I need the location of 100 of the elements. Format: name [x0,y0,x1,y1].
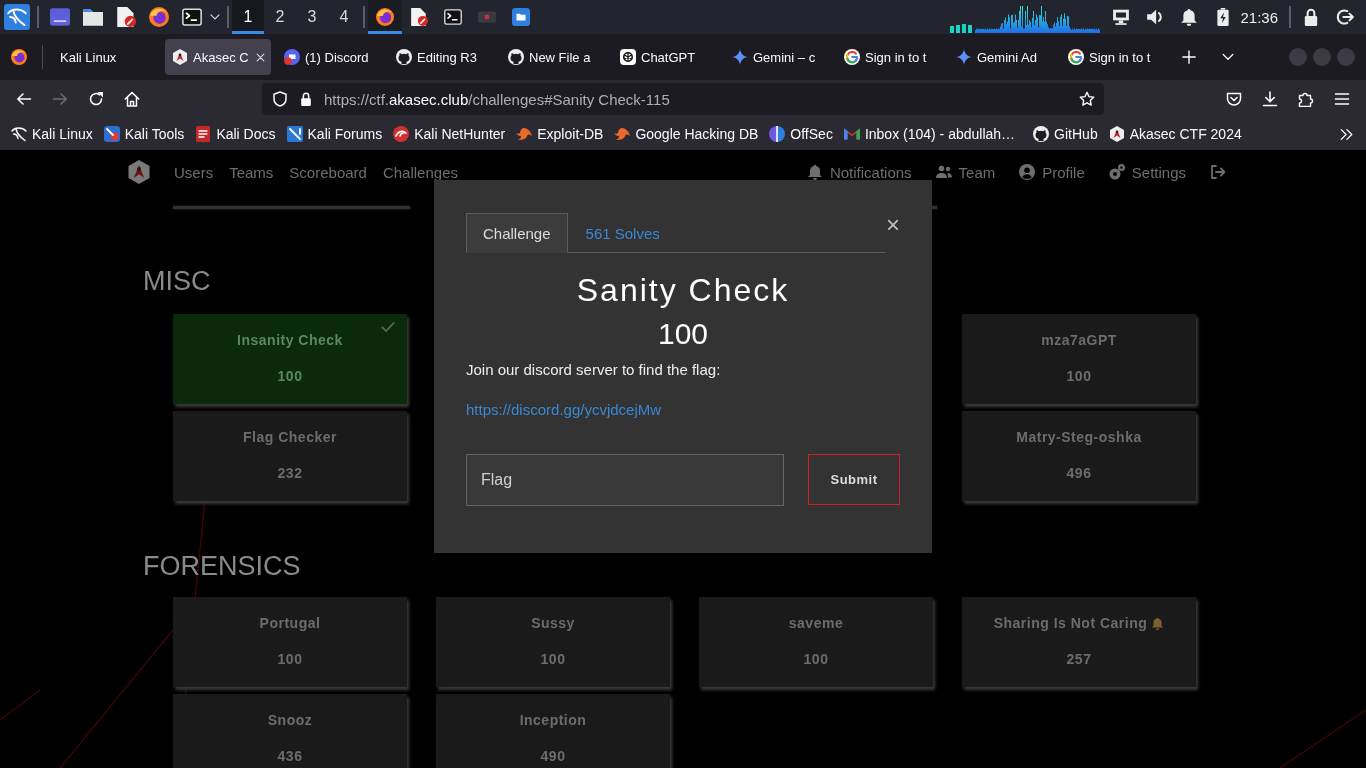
challenge-points: 100 [277,367,303,385]
nav-link[interactable]: Settings [1108,163,1186,181]
plus-icon [1182,50,1196,64]
bookmark-item[interactable]: Google Hacking DB [614,126,759,142]
workspace-button[interactable]: 2 [264,0,296,34]
workspace-button[interactable]: 1 [232,0,264,34]
bookmark-item[interactable]: GitHub [1033,126,1098,142]
nav-link[interactable]: Notifications [806,163,912,181]
challenge-name: Matry-Steg-oshka [1016,428,1142,446]
hexagon-logo-icon [172,49,188,65]
window-button[interactable] [368,0,402,34]
nav-link[interactable]: Scoreboard [289,163,367,181]
challenge-points: 100 [540,650,566,668]
hexagon-logo-icon[interactable] [127,160,151,184]
close-button[interactable]: × [886,213,900,237]
challenge-title: Sanity Check [576,272,790,308]
browser-tab[interactable]: Kali Linux [53,39,159,75]
challenge-name: Inception [519,711,587,729]
logout-icon[interactable] [1336,8,1354,26]
cat-icon [396,49,412,65]
challenge-points: 257 [1066,650,1092,668]
nav-link[interactable]: Team [935,163,996,181]
split-circle-icon [769,126,786,142]
flame-globe-icon [376,8,394,26]
challenge-name: Sharing Is Not Caring [993,614,1148,632]
browser-tab[interactable]: Sign in to t [1061,39,1167,75]
browser-tab[interactable]: New File a [501,39,607,75]
menu-icon [1334,91,1350,107]
bookmark-item[interactable]: Kali Forums [286,126,383,142]
ring-logo-icon [844,49,860,65]
desktop-icon [49,7,70,27]
hexagon-logo-icon [1108,126,1125,142]
bug-icon [614,126,631,142]
gears-icon [1108,164,1125,180]
flame-globe-icon [11,49,27,65]
folder-icon [82,7,103,27]
round-logo-icon [284,49,300,65]
swirl-icon [393,126,410,142]
workspace-button[interactable]: 3 [296,0,328,34]
modal-tab[interactable]: Challenge [466,213,568,253]
challenge-name: mza7aGPT [1041,331,1117,349]
nav-link[interactable]: Challenges [382,163,458,181]
terminal-icon [181,7,202,27]
home-icon [124,91,140,107]
forward-icon [52,91,68,107]
challenge-name: Snooz [267,711,313,729]
browser-tab[interactable]: Editing R3 [389,39,495,75]
bookmark-item[interactable]: Inbox (104) - abdullah… [843,126,1016,142]
nav-link[interactable] [1210,163,1226,181]
bookmark-item[interactable]: Exploit-DB [516,126,604,142]
bookmark-item[interactable]: Kali Tools [103,126,185,142]
bug-icon [516,126,533,142]
bell-icon [806,164,823,180]
challenge-points: 490 [540,747,566,765]
challenge-points: 100 [803,650,829,668]
app-menu-button[interactable] [4,4,30,30]
logout-icon [1210,164,1226,180]
challenge-card[interactable]: Insanity Check 100 [173,314,407,404]
workspace-button[interactable]: 4 [328,0,360,34]
folder-icon [512,8,530,26]
pocket-icon [1226,91,1242,107]
dragon-icon [11,126,27,142]
challenge-points: 100 [1066,367,1092,385]
users-icon [935,164,952,180]
double-chevron-icon [1339,127,1353,141]
browser-tab[interactable]: Akasec C [165,39,271,75]
bookmark-item[interactable]: Kali Docs [195,126,276,142]
nav-link[interactable]: Users [174,163,214,181]
challenge-points: 100 [277,650,303,668]
back-icon [16,91,32,107]
browser-tab[interactable]: Gemini Ad [949,39,1055,75]
browser-tab[interactable]: Sign in to t [837,39,943,75]
check-icon [381,320,395,334]
monitor-icon[interactable] [1112,8,1131,26]
bookmark-item[interactable]: Akasec CTF 2024 [1108,126,1242,142]
nav-link[interactable]: Profile [1019,163,1085,181]
flame-globe-icon [148,7,169,27]
document-pencil-icon [115,7,136,27]
dragon-icon [7,7,27,27]
browser-tab[interactable]: (1) Discord [277,39,383,75]
lock-icon [299,92,313,106]
close-icon[interactable] [256,52,265,62]
bookmark-item[interactable]: Kali NetHunter [393,126,506,142]
address-bar[interactable]: https://ctf.akasec.club/challenges#Sanity Check-115 [262,83,1104,115]
nav-link[interactable]: Teams [229,163,274,181]
flag-input[interactable]: Flag [466,454,784,506]
browser-tab[interactable]: ChatGPT [613,39,719,75]
challenge-points: 436 [277,747,303,765]
challenge-name: saveme [788,614,844,632]
bookmark-item[interactable]: OffSec [769,126,833,142]
bookmark-item[interactable]: Kali Linux [11,126,93,142]
terminal-icon [444,8,462,26]
browser-tab[interactable]: Gemini – c [725,39,831,75]
submit-button[interactable]: Submit [808,454,900,505]
bell-icon[interactable] [1180,8,1199,26]
clock[interactable]: 21:36 [1240,8,1278,26]
lock-icon[interactable] [1302,8,1320,26]
speaker-icon[interactable] [1146,8,1165,26]
category-heading: FORENSICS [143,550,301,583]
star-icon[interactable] [1079,91,1095,107]
